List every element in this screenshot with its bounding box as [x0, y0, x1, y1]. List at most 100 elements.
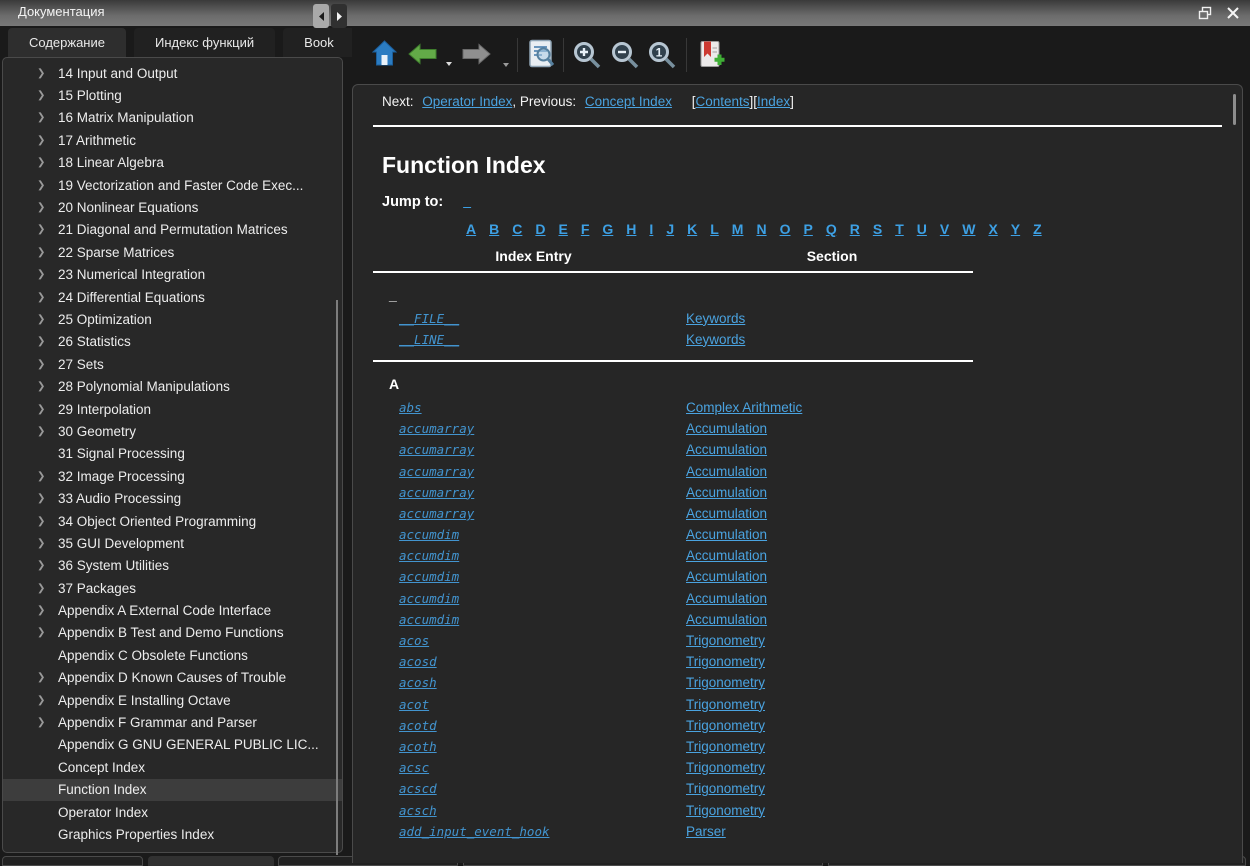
chevron-right-icon[interactable]: ❯	[37, 493, 58, 504]
index-entry-link[interactable]: accumdim	[399, 569, 459, 584]
tree-item[interactable]: ❯34 Object Oriented Programming	[3, 510, 342, 532]
index-entry-link[interactable]: accumdim	[399, 591, 459, 606]
index-entry-link[interactable]: __FILE__	[399, 311, 459, 326]
chevron-right-icon[interactable]: ❯	[37, 247, 58, 258]
jump-letter-A[interactable]: A	[466, 221, 476, 238]
chevron-right-icon[interactable]: ❯	[37, 381, 58, 392]
section-link[interactable]: Trigonometry	[686, 803, 765, 818]
tree-item[interactable]: ❯Appendix F Grammar and Parser	[3, 711, 342, 733]
jump-letter-K[interactable]: K	[687, 221, 697, 238]
index-entry-link[interactable]: abs	[399, 400, 422, 415]
jump-letter-D[interactable]: D	[535, 221, 545, 238]
find-in-page-button[interactable]	[528, 39, 555, 69]
chevron-right-icon[interactable]: ❯	[37, 180, 58, 191]
chevron-right-icon[interactable]: ❯	[37, 605, 58, 616]
jump-letter-T[interactable]: T	[895, 221, 904, 238]
tree-item[interactable]: ❯36 System Utilities	[3, 555, 342, 577]
jump-letter-R[interactable]: R	[850, 221, 860, 238]
jump-letter-X[interactable]: X	[988, 221, 997, 238]
section-link[interactable]: Accumulation	[686, 421, 767, 436]
tree-item[interactable]: ❯30 Geometry	[3, 420, 342, 442]
chevron-right-icon[interactable]: ❯	[37, 157, 58, 168]
index-entry-link[interactable]: acsch	[399, 803, 437, 818]
jump-letter-L[interactable]: L	[710, 221, 719, 238]
cut-off-button[interactable]	[148, 856, 274, 866]
tree-item[interactable]: Operator Index	[3, 801, 342, 823]
section-link[interactable]: Accumulation	[686, 612, 767, 627]
section-link[interactable]: Trigonometry	[686, 739, 765, 754]
nav-contents-link[interactable]: Contents	[695, 94, 749, 109]
chevron-right-icon[interactable]: ❯	[37, 269, 58, 280]
tab-1[interactable]: Содержание	[8, 28, 126, 57]
tree-item[interactable]: ❯Appendix B Test and Demo Functions	[3, 622, 342, 644]
tree-item[interactable]: ❯18 Linear Algebra	[3, 152, 342, 174]
chevron-right-icon[interactable]: ❯	[37, 224, 58, 235]
index-entry-link[interactable]: acsc	[399, 760, 429, 775]
scroll-tabs-left-button[interactable]	[313, 4, 329, 28]
chevron-right-icon[interactable]: ❯	[37, 695, 58, 706]
tree-item[interactable]: ❯35 GUI Development	[3, 532, 342, 554]
index-entry-link[interactable]: acotd	[399, 718, 437, 733]
index-entry-link[interactable]: accumarray	[399, 464, 474, 479]
section-link[interactable]: Trigonometry	[686, 633, 765, 648]
tree-item[interactable]: Function Index	[3, 779, 342, 801]
jump-letter-M[interactable]: M	[732, 221, 744, 238]
chevron-right-icon[interactable]: ❯	[37, 583, 58, 594]
forward-button[interactable]	[462, 43, 491, 65]
tree-item[interactable]: ❯23 Numerical Integration	[3, 264, 342, 286]
chevron-right-icon[interactable]: ❯	[37, 202, 58, 213]
forward-history-dropdown-icon[interactable]	[502, 62, 510, 68]
nav-next-link[interactable]: Operator Index	[422, 94, 512, 109]
tree-item[interactable]: Appendix G GNU GENERAL PUBLIC LIC...	[3, 734, 342, 756]
tab-3[interactable]: Book	[283, 28, 352, 57]
jump-letter-N[interactable]: N	[756, 221, 766, 238]
section-link[interactable]: Accumulation	[686, 442, 767, 457]
chevron-right-icon[interactable]: ❯	[37, 717, 58, 728]
nav-previous-link[interactable]: Concept Index	[585, 94, 672, 109]
index-entry-link[interactable]: acos	[399, 633, 429, 648]
chevron-right-icon[interactable]: ❯	[37, 68, 58, 79]
section-link[interactable]: Accumulation	[686, 591, 767, 606]
jump-letter-U[interactable]: U	[917, 221, 927, 238]
tree-item[interactable]: ❯15 Plotting	[3, 84, 342, 106]
back-button[interactable]	[408, 43, 437, 65]
chevron-right-icon[interactable]: ❯	[37, 627, 58, 638]
section-link[interactable]: Trigonometry	[686, 781, 765, 796]
tree-item[interactable]: ❯21 Diagonal and Permutation Matrices	[3, 219, 342, 241]
tree-item[interactable]: ❯26 Statistics	[3, 331, 342, 353]
section-link[interactable]: Trigonometry	[686, 760, 765, 775]
jump-letter-Q[interactable]: Q	[826, 221, 837, 238]
tree-item[interactable]: ❯29 Interpolation	[3, 398, 342, 420]
tree-item[interactable]: ❯28 Polynomial Manipulations	[3, 375, 342, 397]
chevron-right-icon[interactable]: ❯	[37, 471, 58, 482]
tree-item[interactable]: ❯19 Vectorization and Faster Code Exec..…	[3, 174, 342, 196]
index-entry-link[interactable]: acosh	[399, 675, 437, 690]
sidebar-scrollbar[interactable]	[336, 300, 338, 855]
tree-item[interactable]: ❯17 Arithmetic	[3, 129, 342, 151]
tree-item[interactable]: ❯16 Matrix Manipulation	[3, 107, 342, 129]
tree-item[interactable]: ❯Appendix E Installing Octave	[3, 689, 342, 711]
jump-letter-Z[interactable]: Z	[1033, 221, 1042, 238]
tree-item[interactable]: ❯22 Sparse Matrices	[3, 241, 342, 263]
chevron-right-icon[interactable]: ❯	[37, 314, 58, 325]
index-entry-link[interactable]: __LINE__	[399, 332, 459, 347]
chevron-right-icon[interactable]: ❯	[37, 359, 58, 370]
tree-item[interactable]: ❯Appendix A External Code Interface	[3, 599, 342, 621]
tree-item[interactable]: ❯32 Image Processing	[3, 465, 342, 487]
section-link[interactable]: Complex Arithmetic	[686, 400, 802, 415]
back-history-dropdown-icon[interactable]	[445, 61, 453, 67]
tree-item[interactable]: Concept Index	[3, 756, 342, 778]
tab-2[interactable]: Индекс функций	[134, 28, 275, 57]
index-entry-link[interactable]: acosd	[399, 654, 437, 669]
tree-item[interactable]: ❯Appendix D Known Causes of Trouble	[3, 667, 342, 689]
jump-letter-underscore[interactable]: _	[463, 193, 471, 209]
section-link[interactable]: Trigonometry	[686, 654, 765, 669]
tree-item[interactable]: Appendix C Obsolete Functions	[3, 644, 342, 666]
scroll-tabs-right-button[interactable]	[331, 4, 347, 28]
jump-letter-H[interactable]: H	[626, 221, 636, 238]
section-link[interactable]: Keywords	[686, 332, 745, 347]
chevron-right-icon[interactable]: ❯	[37, 292, 58, 303]
tree-item[interactable]: ❯37 Packages	[3, 577, 342, 599]
jump-letter-G[interactable]: G	[602, 221, 613, 238]
zoom-out-button[interactable]	[611, 41, 639, 69]
